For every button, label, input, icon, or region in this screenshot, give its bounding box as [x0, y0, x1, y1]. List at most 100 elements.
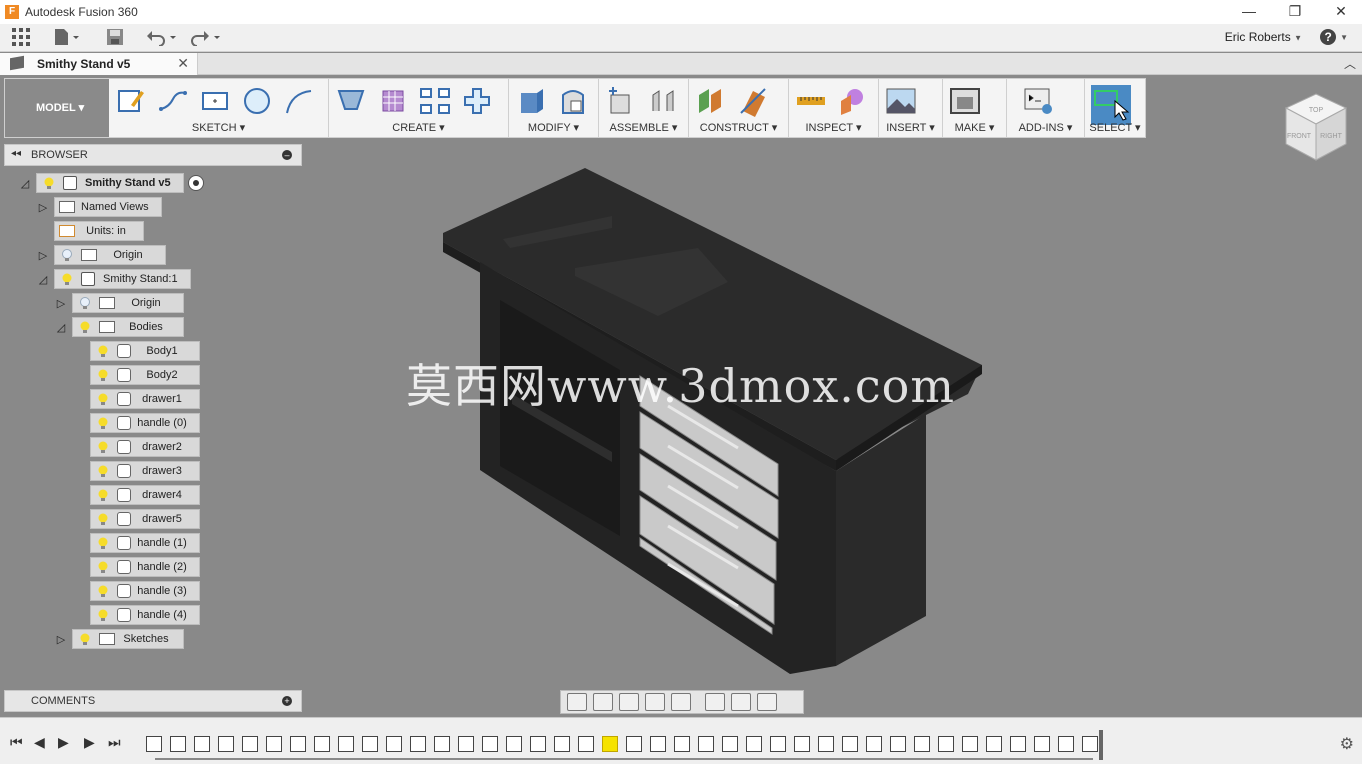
- go-to-start-icon[interactable]: ⏮: [10, 734, 23, 751]
- data-panel-grid-icon[interactable]: [12, 28, 30, 48]
- tree-item-body[interactable]: handle (1): [72, 533, 200, 553]
- tree-item-component[interactable]: ◿ Smithy Stand:1: [36, 269, 191, 289]
- tree-item-body[interactable]: handle (3): [72, 581, 200, 601]
- timeline-feature-icon[interactable]: [218, 736, 234, 752]
- help-menu[interactable]: ? ▼: [1320, 28, 1348, 45]
- viewcube[interactable]: TOP FRONT RIGHT: [1284, 92, 1348, 162]
- viewports-icon[interactable]: [757, 693, 777, 711]
- timeline-feature-icon[interactable]: [1034, 736, 1050, 752]
- tree-item-body[interactable]: drawer2: [72, 437, 200, 457]
- timeline-feature-icon[interactable]: [482, 736, 498, 752]
- timeline-feature-icon[interactable]: [1082, 736, 1098, 752]
- tree-item-units[interactable]: Units: in: [36, 221, 144, 241]
- orbit-icon[interactable]: [567, 693, 587, 711]
- timeline-feature-icon[interactable]: [650, 736, 666, 752]
- timeline-feature-icon[interactable]: [818, 736, 834, 752]
- pan-hand-icon[interactable]: [619, 693, 639, 711]
- timeline-feature-icon[interactable]: [170, 736, 186, 752]
- expand-triangle-icon[interactable]: ▷: [54, 633, 68, 646]
- step-back-icon[interactable]: ◀: [34, 734, 45, 751]
- timeline-feature-icon[interactable]: [386, 736, 402, 752]
- timeline-feature-icon[interactable]: [410, 736, 426, 752]
- gear-icon[interactable]: ⚙: [1340, 734, 1354, 754]
- timeline-feature-icon[interactable]: [602, 736, 618, 752]
- undo-icon[interactable]: [146, 28, 178, 48]
- collapse-triangle-icon[interactable]: ◿: [18, 177, 32, 190]
- timeline-feature-icon[interactable]: [506, 736, 522, 752]
- timeline-feature-icon[interactable]: [986, 736, 1002, 752]
- timeline-feature-icon[interactable]: [1010, 736, 1026, 752]
- tree-item-body[interactable]: handle (4): [72, 605, 200, 625]
- activate-radio-icon[interactable]: [187, 175, 204, 191]
- user-menu[interactable]: Eric Roberts ▼: [1225, 30, 1302, 44]
- collapse-triangle-icon[interactable]: ◿: [54, 321, 68, 334]
- timeline-feature-icon[interactable]: [794, 736, 810, 752]
- document-tab[interactable]: Smithy Stand v5 ✕: [0, 53, 198, 75]
- select-group[interactable]: SELECT ▾: [1085, 79, 1145, 137]
- zoom-icon[interactable]: [645, 693, 665, 711]
- tree-item-body[interactable]: drawer1: [72, 389, 200, 409]
- timeline-feature-icon[interactable]: [146, 736, 162, 752]
- timeline-feature-icon[interactable]: [362, 736, 378, 752]
- insert-group[interactable]: INSERT ▾: [879, 79, 943, 137]
- go-to-end-icon[interactable]: ⏭: [108, 734, 121, 751]
- timeline-feature-icon[interactable]: [266, 736, 282, 752]
- collapse-triangle-icon[interactable]: ◿: [36, 273, 50, 286]
- timeline-feature-icon[interactable]: [242, 736, 258, 752]
- timeline-feature-icon[interactable]: [770, 736, 786, 752]
- tree-item-body[interactable]: drawer3: [72, 461, 200, 481]
- timeline-feature-icon[interactable]: [194, 736, 210, 752]
- step-forward-icon[interactable]: ▶: [84, 734, 95, 751]
- timeline-feature-icon[interactable]: [938, 736, 954, 752]
- tree-item-named-views[interactable]: ▷ Named Views: [36, 197, 162, 217]
- redo-icon[interactable]: [190, 28, 222, 48]
- tree-root-chip[interactable]: Smithy Stand v5: [36, 173, 184, 193]
- assemble-group[interactable]: ASSEMBLE ▾: [599, 79, 689, 137]
- construct-group[interactable]: CONSTRUCT ▾: [689, 79, 789, 137]
- make-group[interactable]: MAKE ▾: [943, 79, 1007, 137]
- timeline-feature-icon[interactable]: [314, 736, 330, 752]
- tree-item-body[interactable]: handle (2): [72, 557, 200, 577]
- timeline-feature-icon[interactable]: [698, 736, 714, 752]
- timeline-feature-icon[interactable]: [1058, 736, 1074, 752]
- tree-item-sketches[interactable]: ▷ Sketches: [54, 629, 184, 649]
- timeline-feature-icon[interactable]: [458, 736, 474, 752]
- zoom-window-icon[interactable]: [671, 693, 691, 711]
- tree-item-body[interactable]: drawer4: [72, 485, 200, 505]
- timeline-feature-icon[interactable]: [338, 736, 354, 752]
- browser-panel-header[interactable]: ◂◂ BROWSER –: [4, 144, 302, 166]
- expand-triangle-icon[interactable]: ▷: [54, 297, 68, 310]
- display-settings-icon[interactable]: [705, 693, 725, 711]
- tree-item-comp-origin[interactable]: ▷ Origin: [54, 293, 184, 313]
- comments-panel-header[interactable]: COMMENTS +: [4, 690, 302, 712]
- modify-group[interactable]: MODIFY ▾: [509, 79, 599, 137]
- restore-button[interactable]: ❐: [1272, 0, 1318, 24]
- save-icon[interactable]: [106, 28, 124, 48]
- tree-item-body[interactable]: Body2: [72, 365, 200, 385]
- timeline-feature-icon[interactable]: [530, 736, 546, 752]
- minimize-button[interactable]: —: [1226, 0, 1272, 24]
- timeline-feature-icon[interactable]: [434, 736, 450, 752]
- sketch-group[interactable]: SKETCH ▾: [109, 79, 329, 137]
- timeline-feature-icon[interactable]: [290, 736, 306, 752]
- tree-item-body[interactable]: Body1: [72, 341, 200, 361]
- timeline-feature-icon[interactable]: [578, 736, 594, 752]
- addins-group[interactable]: ADD-INS ▾: [1007, 79, 1085, 137]
- tree-item-body[interactable]: drawer5: [72, 509, 200, 529]
- timeline-feature-icon[interactable]: [842, 736, 858, 752]
- workspace-switcher[interactable]: MODEL ▾: [5, 79, 109, 137]
- timeline-feature-icon[interactable]: [914, 736, 930, 752]
- add-comment-icon[interactable]: +: [282, 696, 292, 706]
- timeline-feature-icon[interactable]: [674, 736, 690, 752]
- chevron-up-icon[interactable]: ︿: [1344, 55, 1356, 72]
- tree-root[interactable]: ◿ Smithy Stand v5: [18, 173, 204, 193]
- collapse-panel-icon[interactable]: ◂◂: [11, 148, 21, 159]
- play-icon[interactable]: ▶: [58, 734, 69, 751]
- timeline-feature-icon[interactable]: [626, 736, 642, 752]
- timeline-feature-icon[interactable]: [890, 736, 906, 752]
- file-menu-icon[interactable]: [54, 28, 80, 48]
- tree-item-origin[interactable]: ▷ Origin: [36, 245, 166, 265]
- tree-item-body[interactable]: handle (0): [72, 413, 200, 433]
- look-at-icon[interactable]: [593, 693, 613, 711]
- close-window-button[interactable]: ✕: [1318, 0, 1362, 24]
